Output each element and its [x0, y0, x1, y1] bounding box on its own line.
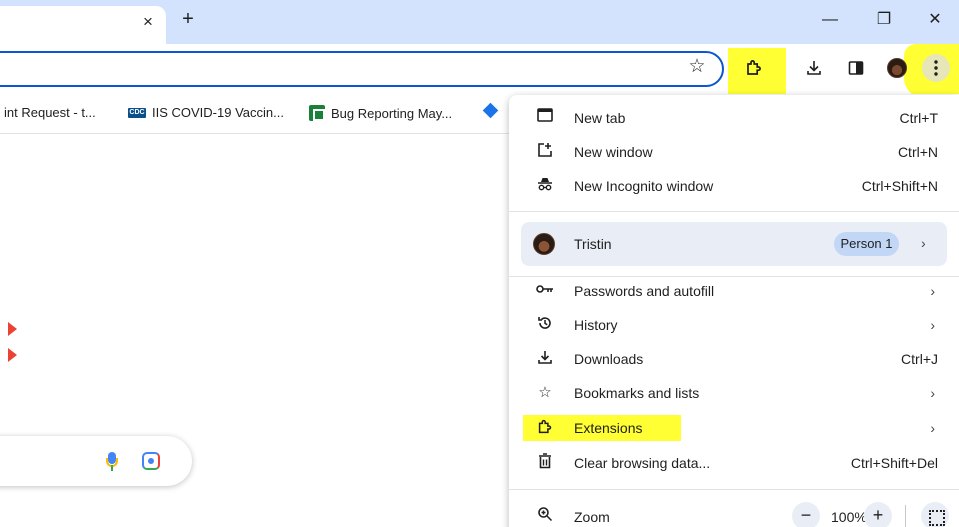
zoom-divider — [905, 505, 906, 527]
menu-divider — [509, 211, 959, 212]
profile-row[interactable]: Tristin Person 1 › — [521, 222, 947, 266]
menu-item-shortcut: Ctrl+Shift+Del — [850, 455, 938, 471]
menu-item-passwords[interactable]: Passwords and autofill › — [509, 274, 959, 308]
incognito-icon — [535, 176, 555, 196]
red-triangle-icon — [8, 348, 17, 362]
menu-item-shortcut: Ctrl+J — [901, 351, 938, 367]
bookmark-star-icon[interactable]: ☆ — [684, 54, 710, 80]
menu-item-label: History — [574, 317, 618, 333]
menu-item-zoom: Zoom − 100% + — [509, 497, 959, 527]
menu-item-shortcut: Ctrl+N — [897, 144, 938, 160]
new-tab-button[interactable]: + — [176, 8, 200, 32]
bookmark-item[interactable]: int Request - t... — [4, 105, 96, 120]
menu-item-label: New Incognito window — [574, 178, 714, 194]
menu-item-shortcut: Ctrl+T — [899, 110, 939, 126]
blue-diamond-icon — [482, 102, 499, 119]
zoom-value: 100% — [831, 509, 867, 525]
bookmark-label: int Request - t... — [4, 105, 96, 120]
menu-item-downloads[interactable]: Downloads Ctrl+J — [509, 342, 959, 376]
bookmark-label: Bug Reporting May... — [331, 105, 453, 121]
download-icon[interactable] — [800, 54, 828, 82]
bookmark-label: IIS COVID-19 Vaccin... — [152, 105, 284, 120]
active-tab[interactable]: × — [0, 6, 166, 44]
extensions-puzzle-icon[interactable] — [740, 54, 768, 82]
close-window-button[interactable]: ✕ — [913, 6, 957, 34]
download-icon — [535, 349, 555, 369]
menu-item-new-window[interactable]: New window Ctrl+N — [509, 135, 959, 169]
menu-item-label: New tab — [574, 110, 626, 126]
history-icon — [535, 315, 555, 335]
menu-item-label: Downloads — [574, 351, 644, 367]
chevron-right-icon: › — [930, 420, 935, 436]
star-icon: ☆ — [538, 384, 552, 401]
new-tab-icon — [535, 108, 555, 128]
address-bar[interactable] — [0, 51, 724, 87]
minimize-button[interactable]: — — [808, 6, 852, 34]
menu-item-shortcut: Ctrl+Shift+N — [861, 178, 938, 194]
bookmark-item[interactable]: CDC IIS COVID-19 Vaccin... — [128, 105, 284, 120]
zoom-in-button[interactable]: + — [864, 502, 892, 527]
avatar — [533, 233, 555, 255]
red-triangle-icon — [8, 322, 17, 336]
zoom-out-button[interactable]: − — [792, 502, 820, 527]
restore-button[interactable]: ❐ — [862, 6, 906, 34]
menu-item-clear-data[interactable]: Clear browsing data... Ctrl+Shift+Del — [509, 446, 959, 480]
chrome-menu: New tab Ctrl+T New window Ctrl+N New Inc… — [509, 95, 959, 527]
menu-item-history[interactable]: History › — [509, 308, 959, 342]
microphone-icon[interactable] — [106, 452, 118, 472]
menu-item-label: Extensions — [574, 420, 643, 436]
chevron-right-icon: › — [921, 235, 926, 251]
chevron-right-icon: › — [930, 283, 935, 299]
profile-name: Tristin — [574, 236, 612, 252]
menu-item-new-tab[interactable]: New tab Ctrl+T — [509, 101, 959, 135]
chevron-right-icon: › — [930, 317, 935, 333]
tab-close-button[interactable]: × — [138, 12, 158, 32]
google-search-box[interactable] — [0, 436, 192, 486]
google-lens-icon[interactable] — [142, 452, 160, 470]
menu-divider — [509, 489, 959, 490]
menu-item-label: New window — [574, 144, 653, 160]
zoom-label: Zoom — [574, 509, 610, 525]
menu-item-label: Clear browsing data... — [574, 455, 711, 471]
bookmark-item[interactable]: Bug Reporting May... — [309, 105, 452, 121]
cdc-logo-icon: CDC — [128, 107, 146, 118]
menu-item-bookmarks[interactable]: ☆ Bookmarks and lists › — [509, 376, 959, 410]
menu-kebab-icon[interactable] — [922, 54, 950, 82]
browser-toolbar: ☆ — [0, 44, 959, 98]
google-sheets-icon — [309, 105, 325, 121]
profile-avatar-icon[interactable] — [883, 54, 911, 82]
fullscreen-button[interactable] — [921, 502, 949, 527]
menu-item-new-incognito[interactable]: New Incognito window Ctrl+Shift+N — [509, 169, 959, 203]
menu-item-label: Passwords and autofill — [574, 283, 715, 299]
side-panel-icon[interactable] — [842, 54, 870, 82]
chevron-right-icon: › — [930, 385, 935, 401]
extensions-puzzle-icon — [535, 418, 555, 438]
new-window-icon — [535, 142, 555, 162]
tab-strip: × + — ❐ ✕ — [0, 0, 959, 44]
menu-item-label: Bookmarks and lists — [574, 385, 700, 401]
key-icon — [535, 281, 555, 301]
bookmark-item[interactable] — [482, 102, 499, 119]
profile-chip[interactable]: Person 1 — [834, 232, 899, 256]
menu-item-extensions[interactable]: Extensions › — [509, 411, 959, 445]
zoom-magnifier-icon — [535, 506, 555, 526]
trash-icon — [535, 453, 555, 473]
